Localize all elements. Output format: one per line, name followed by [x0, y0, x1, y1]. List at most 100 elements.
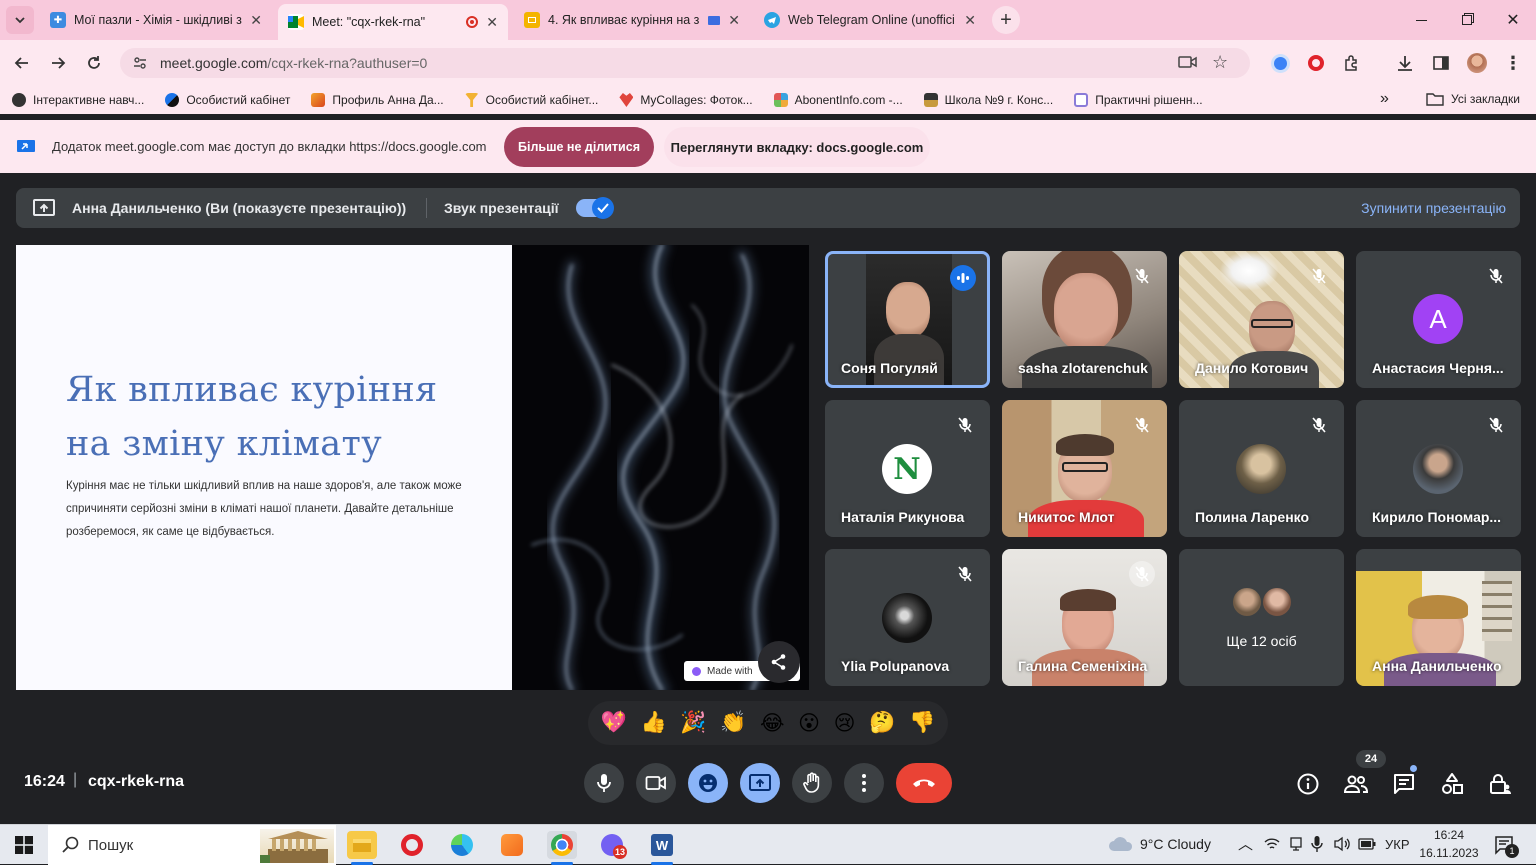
mic-tray-icon[interactable]: [1311, 835, 1323, 853]
address-bar[interactable]: meet.google.com/cqx-rkek-rna?authuser=0 …: [120, 48, 1250, 78]
people-count-badge: 24: [1356, 750, 1386, 768]
stop-sharing-button[interactable]: Більше не ділитися: [504, 127, 654, 167]
raise-hand-button[interactable]: [792, 763, 832, 803]
bookmark-item[interactable]: AbonentInfo.com -...: [773, 93, 903, 107]
bookmark-item[interactable]: Школа №9 г. Конс...: [923, 93, 1053, 107]
close-icon[interactable]: ✕: [964, 12, 976, 29]
present-button[interactable]: [740, 763, 780, 803]
close-icon[interactable]: ✕: [486, 14, 498, 31]
stop-presenting-button[interactable]: Зупинити презентацію: [1361, 200, 1506, 216]
word-icon[interactable]: W: [647, 831, 677, 859]
bookmark-item[interactable]: Особистий кабінет: [165, 93, 290, 107]
people-button[interactable]: [1343, 771, 1369, 797]
browser-menu-icon[interactable]: ⋮: [1502, 52, 1524, 74]
reaction-thumbs-up[interactable]: 👍: [641, 711, 667, 735]
tab-meet[interactable]: Meet: "cqx-rkek-rna" ✕: [278, 4, 508, 40]
forward-button[interactable]: [45, 50, 71, 76]
participant-tile[interactable]: sasha zlotarenchuk: [1002, 251, 1167, 388]
back-button[interactable]: [9, 50, 35, 76]
file-explorer-icon[interactable]: [347, 831, 377, 859]
chrome-icon[interactable]: [547, 831, 577, 859]
bookmark-item[interactable]: Практичні рішенн...: [1074, 93, 1203, 107]
tab-puzzles[interactable]: ✚ Мої пазли - Хімія - шкідливі з ✕: [40, 6, 272, 34]
all-bookmarks-button[interactable]: Усі закладки: [1426, 92, 1520, 106]
restore-button[interactable]: [1444, 0, 1490, 40]
reaction-sparkling-heart[interactable]: 💖: [601, 711, 627, 735]
reaction-sad[interactable]: 😢: [834, 711, 856, 736]
meeting-info-button[interactable]: [1295, 771, 1321, 797]
notifications-icon[interactable]: 1: [1494, 835, 1519, 858]
profile-avatar[interactable]: [1466, 52, 1488, 74]
reaction-thinking[interactable]: 🤔: [869, 711, 895, 735]
camera-button[interactable]: [636, 763, 676, 803]
tab-search-button[interactable]: [6, 6, 34, 34]
show-hidden-icons-chevron-icon[interactable]: ︿: [1238, 833, 1253, 854]
input-language[interactable]: УКР: [1385, 837, 1410, 852]
abonent-icon: [773, 93, 788, 107]
windows-taskbar: Пошук 13 W 9°C Cloudy ︿ УКР 16:24 16.11.…: [0, 824, 1536, 865]
slides-favicon-icon: [524, 12, 540, 28]
network-icon[interactable]: [1288, 836, 1304, 852]
tab-telegram[interactable]: Web Telegram Online (unoffici ✕: [754, 6, 986, 34]
participant-tile[interactable]: N Наталія Рикунова: [825, 400, 990, 537]
reactions-bar: 💖 👍 🎉 👏 😂 😮 😢 🤔 👎: [588, 701, 948, 745]
chat-button[interactable]: [1391, 771, 1417, 797]
bookmark-item[interactable]: Інтерактивне навч...: [12, 93, 144, 107]
participant-tile[interactable]: Галина Семеніхіна: [1002, 549, 1167, 686]
volume-icon[interactable]: [1333, 836, 1351, 852]
participant-tile[interactable]: Данило Котович: [1179, 251, 1344, 388]
reaction-party[interactable]: 🎉: [680, 711, 706, 735]
taskbar-time[interactable]: 16:24: [1419, 828, 1479, 842]
extension-dot-icon[interactable]: [1269, 52, 1291, 74]
wifi-icon[interactable]: [1264, 836, 1280, 852]
reaction-surprised[interactable]: 😮: [798, 711, 820, 736]
participant-tile[interactable]: A Анастасия Черня...: [1356, 251, 1521, 388]
more-participants-tile[interactable]: Ще 12 осіб: [1179, 549, 1344, 686]
more-options-button[interactable]: [844, 763, 884, 803]
app-orange-icon[interactable]: [497, 831, 527, 859]
view-tab-button[interactable]: Переглянути вкладку: docs.google.com: [664, 127, 930, 167]
close-icon[interactable]: ✕: [250, 12, 262, 29]
battery-icon[interactable]: [1358, 838, 1376, 850]
leave-call-button[interactable]: [896, 763, 952, 803]
more-bookmarks-button[interactable]: »: [1380, 90, 1389, 108]
activities-button[interactable]: [1439, 771, 1465, 797]
site-settings-icon[interactable]: [132, 55, 148, 71]
new-tab-button[interactable]: +: [992, 6, 1020, 34]
emoji-reactions-button[interactable]: [688, 763, 728, 803]
close-icon[interactable]: ✕: [728, 12, 740, 29]
windows-start-button[interactable]: [15, 836, 33, 854]
opera-icon[interactable]: [1305, 52, 1327, 74]
opera-taskbar-icon[interactable]: [397, 831, 427, 859]
microphone-button[interactable]: [584, 763, 624, 803]
reload-button[interactable]: [81, 50, 107, 76]
bookmark-item[interactable]: MyCollages: Фоток...: [619, 93, 753, 107]
bookmark-item[interactable]: Профиль Анна Да...: [311, 93, 444, 107]
minimize-button[interactable]: [1398, 0, 1444, 40]
extensions-puzzle-icon[interactable]: [1341, 52, 1363, 74]
weather-widget[interactable]: 9°C Cloudy: [1108, 835, 1211, 853]
presentation-audio-toggle[interactable]: [576, 197, 614, 219]
reaction-thumbs-down[interactable]: 👎: [909, 711, 935, 735]
tab-slides[interactable]: 4. Як впливає куріння на з ✕: [514, 6, 750, 34]
participant-tile[interactable]: Соня Погуляй: [825, 251, 990, 388]
bookmark-item[interactable]: Особистий кабінет...: [464, 93, 598, 107]
reaction-laugh[interactable]: 😂: [760, 711, 785, 736]
participant-tile[interactable]: Анна Данильченко: [1356, 549, 1521, 686]
viber-icon[interactable]: 13: [597, 831, 628, 859]
camera-in-use-icon[interactable]: [1178, 54, 1198, 70]
download-icon[interactable]: [1394, 52, 1416, 74]
participant-tile[interactable]: Полина Ларенко: [1179, 400, 1344, 537]
host-controls-button[interactable]: [1487, 771, 1513, 797]
side-panel-icon[interactable]: [1430, 52, 1452, 74]
share-slide-button[interactable]: [758, 641, 800, 683]
bookmark-star-icon[interactable]: ☆: [1212, 52, 1228, 73]
participant-tile[interactable]: Кирило Пономар...: [1356, 400, 1521, 537]
reaction-clap[interactable]: 👏: [720, 711, 746, 735]
edge-icon[interactable]: [447, 831, 477, 859]
participant-tile[interactable]: Никитос Млот: [1002, 400, 1167, 537]
taskbar-search[interactable]: Пошук: [48, 825, 336, 865]
close-window-button[interactable]: ✕: [1490, 0, 1536, 40]
participant-tile[interactable]: Ylia Polupanova: [825, 549, 990, 686]
taskbar-date[interactable]: 16.11.2023: [1419, 846, 1479, 860]
